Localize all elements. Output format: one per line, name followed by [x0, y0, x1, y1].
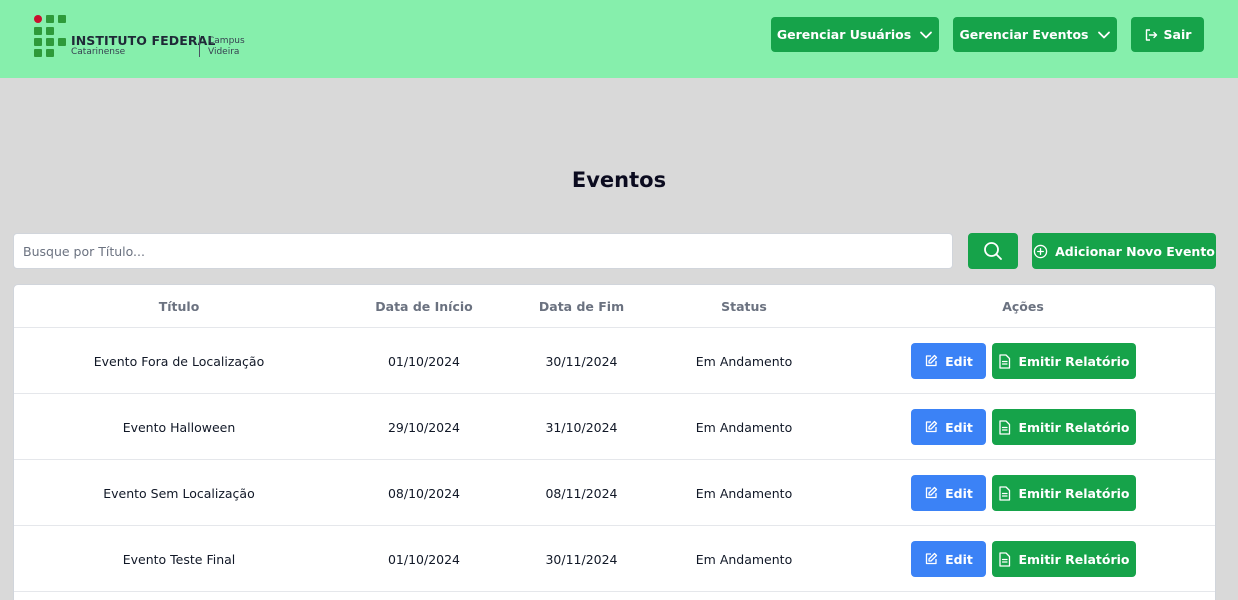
plus-circle-icon — [1033, 244, 1048, 258]
edit-button[interactable]: Edit — [911, 343, 986, 379]
logo-campus-line2: Videira — [208, 47, 240, 57]
logo-grid-icon — [34, 14, 66, 57]
logo-subtitle: Catarinense — [71, 47, 126, 57]
logout-button[interactable]: Sair — [1131, 17, 1204, 52]
event-end-cell: 31/10/2024 — [545, 420, 618, 435]
emit-report-button[interactable]: Emitir Relatório — [992, 475, 1136, 511]
search-icon — [984, 242, 1002, 260]
event-end-cell: 30/11/2024 — [545, 552, 618, 567]
add-event-label: Adicionar Novo Evento — [1055, 243, 1215, 259]
emit-report-button[interactable]: Emitir Relatório — [992, 409, 1136, 445]
edit-icon — [925, 552, 938, 565]
event-end-cell: 08/11/2024 — [545, 486, 618, 501]
edit-label: Edit — [945, 551, 973, 567]
emit-report-button[interactable]: Emitir Relatório — [992, 343, 1136, 379]
chevron-down-icon — [1097, 31, 1110, 38]
logout-icon — [1145, 28, 1157, 41]
edit-button[interactable]: Edit — [911, 475, 986, 511]
event-title-cell: Evento Halloween — [122, 420, 236, 435]
logo-campus-line1: Campus — [208, 36, 245, 46]
column-header-title: Título — [158, 299, 200, 314]
logo-title: INSTITUTO FEDERAL — [71, 33, 216, 48]
event-title-cell: Evento Teste Final — [122, 552, 236, 567]
document-icon — [999, 551, 1011, 567]
chevron-down-icon — [920, 31, 933, 38]
edit-icon — [925, 486, 938, 499]
event-title-cell: Evento Fora de Localização — [93, 354, 265, 369]
table-row: Evento Halloween 29/10/2024 31/10/2024 E… — [14, 394, 1215, 460]
emit-report-button[interactable]: Emitir Relatório — [992, 541, 1136, 577]
logout-label: Sair — [1163, 27, 1192, 42]
logo-campus: Campus Videira — [208, 36, 245, 58]
emit-report-label: Emitir Relatório — [1018, 485, 1130, 501]
app-header: INSTITUTO FEDERAL Catarinense Campus Vid… — [0, 0, 1238, 78]
table-row: Evento Sem Localização 08/10/2024 08/11/… — [14, 460, 1215, 526]
logo-divider — [199, 35, 200, 57]
event-status-cell: Em Andamento — [695, 486, 793, 501]
manage-users-label: Gerenciar Usuários — [776, 27, 912, 42]
manage-users-button[interactable]: Gerenciar Usuários — [771, 17, 939, 52]
table-header: Título Data de Início Data de Fim Status… — [14, 285, 1215, 328]
emit-report-label: Emitir Relatório — [1018, 419, 1130, 435]
page-title: Eventos — [571, 168, 667, 192]
edit-icon — [925, 354, 938, 367]
event-start-cell: 29/10/2024 — [387, 420, 461, 435]
edit-button[interactable]: Edit — [911, 541, 986, 577]
events-table: Título Data de Início Data de Fim Status… — [13, 284, 1216, 600]
add-event-button[interactable]: Adicionar Novo Evento — [1032, 233, 1216, 269]
event-status-cell: Em Andamento — [695, 420, 793, 435]
emit-report-label: Emitir Relatório — [1018, 353, 1130, 369]
event-start-cell: 01/10/2024 — [387, 552, 461, 567]
event-status-cell: Em Andamento — [695, 552, 793, 567]
event-start-cell: 08/10/2024 — [387, 486, 461, 501]
edit-label: Edit — [945, 353, 973, 369]
document-icon — [999, 353, 1011, 369]
search-button[interactable] — [968, 233, 1018, 269]
event-end-cell: 30/11/2024 — [545, 354, 618, 369]
column-header-start-date: Data de Início — [375, 299, 473, 314]
event-start-cell: 01/10/2024 — [387, 354, 461, 369]
document-icon — [999, 485, 1011, 501]
column-header-end-date: Data de Fim — [538, 299, 625, 314]
column-header-actions: Ações — [1002, 299, 1044, 314]
search-input[interactable] — [13, 233, 953, 269]
edit-icon — [925, 420, 938, 433]
table-row: Evento Fora de Localização 01/10/2024 30… — [14, 328, 1215, 394]
emit-report-label: Emitir Relatório — [1018, 551, 1130, 567]
column-header-status: Status — [721, 299, 767, 314]
edit-button[interactable]: Edit — [911, 409, 986, 445]
manage-events-label: Gerenciar Eventos — [959, 27, 1089, 42]
manage-events-button[interactable]: Gerenciar Eventos — [953, 17, 1117, 52]
table-row: Evento Teste Final 01/10/2024 30/11/2024… — [14, 526, 1215, 592]
document-icon — [999, 419, 1011, 435]
edit-label: Edit — [945, 485, 973, 501]
institute-logo[interactable]: INSTITUTO FEDERAL Catarinense Campus Vid… — [34, 14, 254, 60]
edit-label: Edit — [945, 419, 973, 435]
event-status-cell: Em Andamento — [695, 354, 793, 369]
event-title-cell: Evento Sem Localização — [103, 486, 255, 501]
